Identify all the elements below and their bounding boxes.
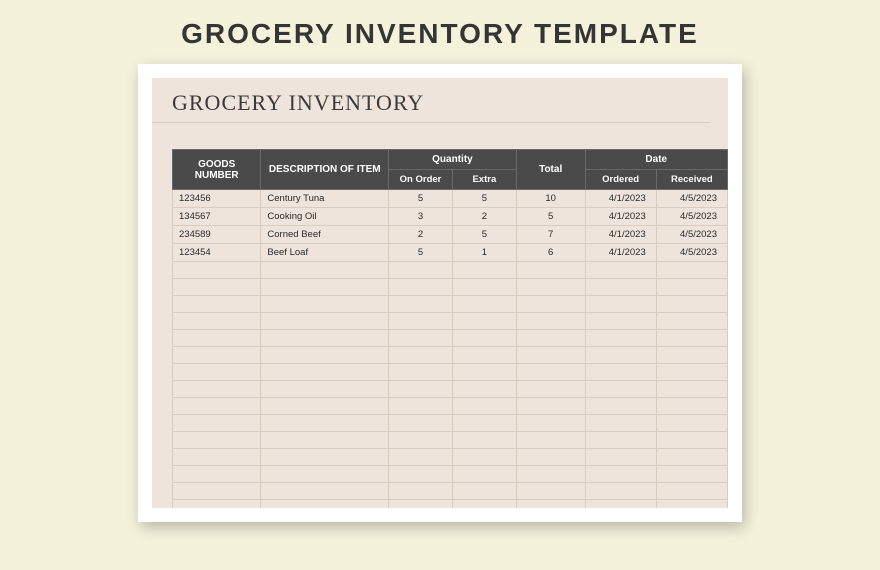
cell-ordered: 4/1/2023 xyxy=(585,244,656,262)
table-row-empty xyxy=(173,449,728,466)
cell-extra: 1 xyxy=(452,244,516,262)
cell-on-order: 2 xyxy=(389,226,453,244)
cell-received: 4/5/2023 xyxy=(656,244,727,262)
header-quantity: Quantity xyxy=(389,150,517,170)
cell-goods: 123456 xyxy=(173,190,261,208)
cell-goods: 134567 xyxy=(173,208,261,226)
table-body: 123456Century Tuna55104/1/20234/5/202313… xyxy=(173,190,728,509)
cell-on-order: 5 xyxy=(389,244,453,262)
cell-extra: 2 xyxy=(452,208,516,226)
document-card: GROCERY INVENTORY GOODS NUMBER DESCRIPTI… xyxy=(138,64,742,522)
table-row-empty xyxy=(173,466,728,483)
cell-desc: Cooking Oil xyxy=(261,208,389,226)
header-date: Date xyxy=(585,150,727,170)
cell-received: 4/5/2023 xyxy=(656,208,727,226)
document-heading: GROCERY INVENTORY xyxy=(152,88,710,123)
table-header: GOODS NUMBER DESCRIPTION OF ITEM Quantit… xyxy=(173,150,728,190)
cell-ordered: 4/1/2023 xyxy=(585,208,656,226)
table-row-empty xyxy=(173,432,728,449)
table-row-empty xyxy=(173,500,728,509)
cell-on-order: 5 xyxy=(389,190,453,208)
header-total: Total xyxy=(516,150,585,190)
cell-desc: Corned Beef xyxy=(261,226,389,244)
table-row: 123456Century Tuna55104/1/20234/5/2023 xyxy=(173,190,728,208)
cell-total: 6 xyxy=(516,244,585,262)
header-goods-number: GOODS NUMBER xyxy=(173,150,261,190)
cell-desc: Century Tuna xyxy=(261,190,389,208)
table-row: 123454Beef Loaf5164/1/20234/5/2023 xyxy=(173,244,728,262)
cell-goods: 234589 xyxy=(173,226,261,244)
header-ordered: Ordered xyxy=(585,170,656,190)
table-row-empty xyxy=(173,279,728,296)
header-description: DESCRIPTION OF ITEM xyxy=(261,150,389,190)
table-row-empty xyxy=(173,398,728,415)
table-row-empty xyxy=(173,262,728,279)
header-received: Received xyxy=(656,170,727,190)
table-row: 134567Cooking Oil3254/1/20234/5/2023 xyxy=(173,208,728,226)
table-row-empty xyxy=(173,364,728,381)
table-row-empty xyxy=(173,381,728,398)
table-row-empty xyxy=(173,330,728,347)
table-row-empty xyxy=(173,313,728,330)
cell-total: 10 xyxy=(516,190,585,208)
table-row: 234589Corned Beef2574/1/20234/5/2023 xyxy=(173,226,728,244)
document-inner: GROCERY INVENTORY GOODS NUMBER DESCRIPTI… xyxy=(152,78,728,508)
cell-received: 4/5/2023 xyxy=(656,190,727,208)
table-row-empty xyxy=(173,483,728,500)
cell-total: 5 xyxy=(516,208,585,226)
cell-extra: 5 xyxy=(452,190,516,208)
cell-desc: Beef Loaf xyxy=(261,244,389,262)
cell-received: 4/5/2023 xyxy=(656,226,727,244)
cell-extra: 5 xyxy=(452,226,516,244)
cell-on-order: 3 xyxy=(389,208,453,226)
cell-ordered: 4/1/2023 xyxy=(585,226,656,244)
header-extra: Extra xyxy=(452,170,516,190)
cell-ordered: 4/1/2023 xyxy=(585,190,656,208)
table-row-empty xyxy=(173,347,728,364)
table-row-empty xyxy=(173,415,728,432)
header-on-order: On Order xyxy=(389,170,453,190)
inventory-table: GOODS NUMBER DESCRIPTION OF ITEM Quantit… xyxy=(172,149,728,508)
table-row-empty xyxy=(173,296,728,313)
page-title: GROCERY INVENTORY TEMPLATE xyxy=(0,0,880,64)
cell-total: 7 xyxy=(516,226,585,244)
cell-goods: 123454 xyxy=(173,244,261,262)
